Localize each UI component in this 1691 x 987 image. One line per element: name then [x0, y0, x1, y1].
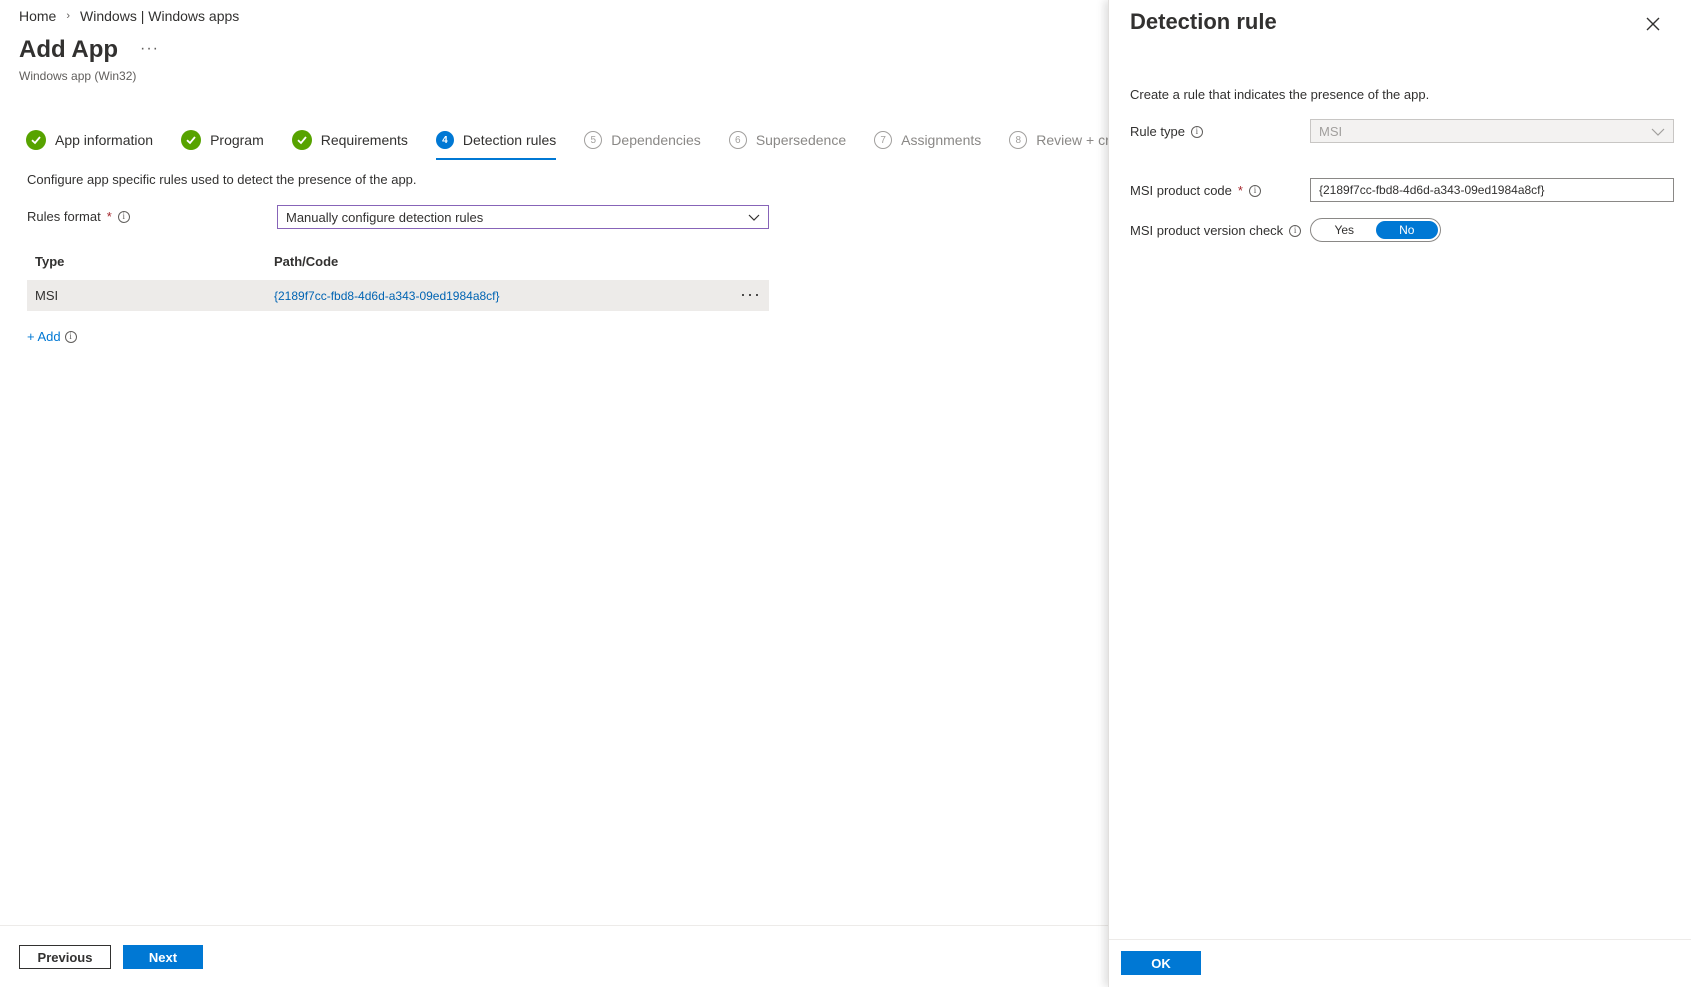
step-number-badge: 6: [728, 131, 747, 149]
rules-format-value: Manually configure detection rules: [286, 209, 484, 225]
msi-version-check-label-text: MSI product version check: [1130, 223, 1284, 238]
breadcrumb: Home › Windows | Windows apps: [19, 8, 239, 24]
info-icon[interactable]: i: [1289, 224, 1302, 237]
detection-rule-blade: Detection rule Create a rule that indica…: [1108, 0, 1691, 987]
step-number-badge: 5: [584, 131, 603, 149]
wizard-step-label: Program: [210, 132, 264, 148]
breadcrumb-separator-icon: ›: [66, 10, 71, 22]
msi-product-code-input[interactable]: {2189f7cc-fbd8-4d6d-a343-09ed1984a8cf}: [1310, 178, 1674, 202]
toggle-option-no[interactable]: No: [1375, 221, 1438, 239]
blade-footer: OK: [1109, 939, 1691, 987]
required-marker: *: [1237, 183, 1243, 198]
wizard-step-detection-rules[interactable]: 4 Detection rules: [435, 128, 557, 160]
chevron-down-icon: [748, 210, 760, 225]
blade-title: Detection rule: [1130, 9, 1277, 34]
msi-product-code-label-text: MSI product code: [1130, 183, 1232, 198]
chevron-down-icon: [1651, 124, 1665, 139]
wizard-step-assignments[interactable]: 7 Assignments: [874, 128, 981, 152]
page-subtitle: Windows app (Win32): [19, 69, 137, 83]
page-more-icon[interactable]: ···: [140, 40, 159, 58]
add-rule-label: + Add: [27, 329, 61, 344]
detection-description: Configure app specific rules used to det…: [27, 172, 417, 187]
column-header-path-code: Path/Code: [274, 254, 339, 269]
blade-description: Create a rule that indicates the presenc…: [1130, 87, 1430, 102]
breadcrumb-windows-apps[interactable]: Windows | Windows apps: [80, 8, 239, 24]
add-rule-link[interactable]: + Add i: [27, 329, 77, 344]
wizard-footer: Previous Next: [0, 925, 1108, 987]
rules-format-dropdown[interactable]: Manually configure detection rules: [277, 205, 769, 229]
wizard-step-label: App information: [55, 132, 154, 148]
rule-path-link[interactable]: {2189f7cc-fbd8-4d6d-a343-09ed1984a8cf}: [274, 289, 500, 303]
table-row[interactable]: MSI {2189f7cc-fbd8-4d6d-a343-09ed1984a8c…: [27, 280, 769, 311]
rule-type-label: Rule type i: [1130, 124, 1203, 139]
step-number-badge: 8: [1009, 131, 1028, 149]
checkmark-circle-icon: [26, 130, 46, 150]
msi-version-check-label: MSI product version check i: [1130, 223, 1302, 238]
toggle-option-yes[interactable]: Yes: [1313, 221, 1376, 239]
wizard-steps: App information Program Requirements 4 D…: [26, 128, 1165, 160]
wizard-step-label: Assignments: [901, 132, 982, 148]
info-icon[interactable]: i: [1248, 184, 1261, 197]
main-content: Home › Windows | Windows apps Add App ··…: [0, 0, 1137, 987]
wizard-step-dependencies[interactable]: 5 Dependencies: [584, 128, 701, 152]
step-number-badge: 7: [874, 131, 893, 149]
wizard-step-label: Detection rules: [462, 132, 557, 148]
rules-format-label-text: Rules format: [27, 209, 101, 224]
rule-type-value: MSI: [1319, 123, 1343, 139]
checkmark-circle-icon: [181, 130, 202, 150]
info-icon[interactable]: i: [64, 330, 77, 343]
more-icon[interactable]: ···: [740, 284, 761, 305]
wizard-step-label: Requirements: [320, 132, 408, 148]
required-marker: *: [106, 209, 112, 224]
previous-button[interactable]: Previous: [19, 945, 111, 969]
wizard-step-requirements[interactable]: Requirements: [291, 128, 408, 152]
column-header-type: Type: [35, 254, 65, 269]
wizard-step-label: Dependencies: [611, 132, 701, 148]
close-icon[interactable]: [1643, 14, 1663, 34]
rules-format-label: Rules format * i: [27, 209, 130, 224]
wizard-step-supersedence[interactable]: 6 Supersedence: [728, 128, 847, 152]
step-number-badge: 4: [435, 131, 454, 149]
version-check-toggle[interactable]: Yes No: [1310, 218, 1441, 242]
rule-type-cell: MSI: [35, 288, 59, 303]
wizard-step-label: Supersedence: [755, 132, 847, 148]
page-title: Add App: [19, 36, 119, 63]
rules-table-header: Type Path/Code: [27, 254, 769, 278]
rule-type-label-text: Rule type: [1130, 124, 1185, 139]
msi-product-code-label: MSI product code * i: [1130, 183, 1261, 198]
breadcrumb-home[interactable]: Home: [19, 8, 56, 24]
wizard-step-program[interactable]: Program: [181, 128, 264, 152]
info-icon[interactable]: i: [1190, 125, 1203, 138]
next-button[interactable]: Next: [123, 945, 203, 969]
ok-button[interactable]: OK: [1121, 951, 1201, 975]
checkmark-circle-icon: [291, 130, 312, 150]
info-icon[interactable]: i: [117, 210, 130, 223]
wizard-step-app-information[interactable]: App information: [26, 128, 153, 152]
rule-type-dropdown[interactable]: MSI: [1310, 119, 1674, 143]
